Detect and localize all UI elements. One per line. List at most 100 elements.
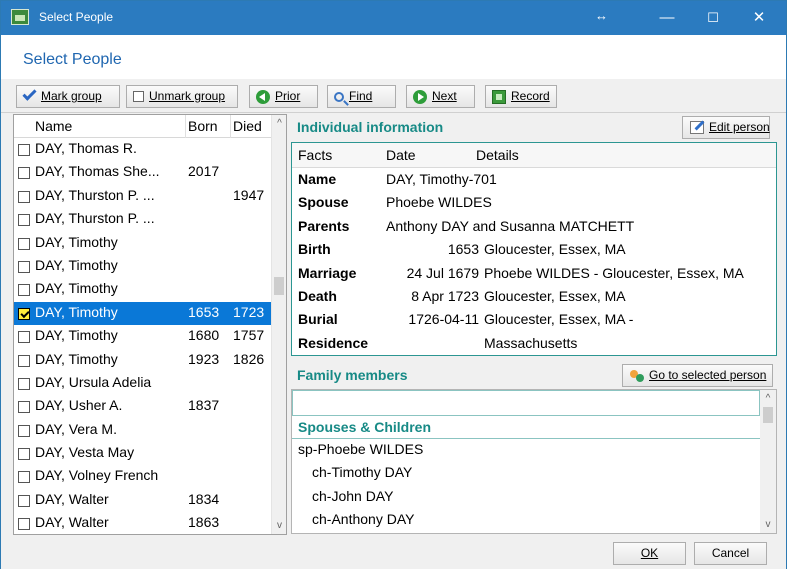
- row-checkbox[interactable]: [18, 260, 30, 273]
- fact-row[interactable]: Burial 1726-04-11 Gloucester, Essex, MA -: [292, 309, 776, 332]
- go-to-selected-person-button[interactable]: Go to selected person: [622, 364, 773, 387]
- fact-details: Gloucester, Essex, MA: [484, 288, 626, 304]
- scroll-up-button[interactable]: ^: [760, 390, 776, 407]
- person-name: DAY, Timothy: [35, 256, 118, 273]
- heading-area: Select People: [1, 35, 786, 79]
- minimize-button[interactable]: —: [644, 1, 690, 35]
- person-died: 1826: [233, 350, 265, 367]
- list-item[interactable]: DAY, Timothy: [14, 278, 272, 301]
- column-header-born[interactable]: Born: [188, 118, 218, 134]
- row-checkbox[interactable]: [18, 190, 30, 203]
- row-checkbox[interactable]: [18, 214, 30, 227]
- list-item[interactable]: DAY, Thomas She... 2017: [14, 161, 272, 184]
- record-button[interactable]: Record: [485, 85, 557, 108]
- list-item[interactable]: DAY, Thurston P. ... 1947: [14, 185, 272, 208]
- row-checkbox[interactable]: [18, 401, 30, 414]
- person-name: DAY, Timothy: [35, 303, 118, 320]
- list-item[interactable]: DAY, Usher A. 1837: [14, 395, 272, 418]
- unmark-group-button[interactable]: Unmark group: [126, 85, 238, 108]
- family-members-list[interactable]: Spouses & Children sp-Phoebe WILDES ch-Ti…: [291, 389, 777, 534]
- person-name: DAY, Timothy: [35, 350, 118, 367]
- list-scrollbar[interactable]: ^ v: [271, 115, 286, 534]
- row-checkbox[interactable]: [18, 518, 30, 531]
- arrow-right-icon: [413, 89, 427, 104]
- column-divider[interactable]: [185, 115, 186, 138]
- row-checkbox[interactable]: [18, 448, 30, 461]
- people-list[interactable]: Name Born Died DAY, Thomas R. DAY, Thomas…: [13, 114, 287, 535]
- row-checkbox[interactable]: [18, 331, 30, 344]
- find-button[interactable]: Find: [327, 85, 396, 108]
- fact-date: 8 Apr 1723: [411, 288, 479, 304]
- column-header-details: Details: [476, 147, 519, 163]
- ok-button[interactable]: OK: [613, 542, 686, 565]
- title-bar[interactable]: Select People ↔ — ☐ ✕: [1, 1, 786, 35]
- list-item[interactable]: DAY, Vera M.: [14, 419, 272, 442]
- next-button[interactable]: Next: [406, 85, 475, 108]
- list-item[interactable]: DAY, Timothy 1680 1757: [14, 325, 272, 348]
- list-item[interactable]: DAY, Volney French: [14, 465, 272, 488]
- row-checkbox[interactable]: [18, 167, 30, 180]
- list-item[interactable]: DAY, Timothy 1923 1826: [14, 349, 272, 372]
- list-item[interactable]: DAY, Timothy: [14, 232, 272, 255]
- row-checkbox[interactable]: [18, 424, 30, 437]
- fact-row[interactable]: Spouse Phoebe WILDES: [292, 192, 776, 215]
- select-people-window: Select People ↔ — ☐ ✕ Select People Mark…: [0, 0, 787, 569]
- column-header-died[interactable]: Died: [233, 118, 262, 134]
- list-body: DAY, Thomas R. DAY, Thomas She... 2017 DAY,…: [14, 138, 272, 534]
- list-item[interactable]: DAY, Vesta May: [14, 442, 272, 465]
- list-item[interactable]: DAY, Thurston P. ...: [14, 208, 272, 231]
- row-checkbox[interactable]: [18, 494, 30, 507]
- person-name: DAY, Volney French: [35, 467, 159, 484]
- fact-date: Phoebe WILDES: [386, 194, 492, 211]
- individual-info-table[interactable]: Facts Date Details Name DAY, Timothy-701 S…: [291, 142, 777, 356]
- row-checkbox[interactable]: [18, 284, 30, 297]
- prior-label: Prior: [275, 89, 301, 103]
- family-filter-field[interactable]: [292, 390, 760, 416]
- row-checkbox[interactable]: [18, 354, 30, 367]
- person-born: 1834: [188, 490, 220, 507]
- family-scrollbar[interactable]: ^ v: [760, 390, 776, 533]
- family-member[interactable]: ch-Anthony DAY: [312, 511, 414, 533]
- row-checkbox[interactable]: [18, 237, 30, 250]
- prior-button[interactable]: Prior: [249, 85, 318, 108]
- column-header-name[interactable]: Name: [35, 118, 72, 134]
- row-checkbox[interactable]: [18, 377, 30, 390]
- fact-row[interactable]: Death 8 Apr 1723 Gloucester, Essex, MA: [292, 286, 776, 309]
- fact-details: Phoebe WILDES - Gloucester, Essex, MA: [484, 264, 744, 281]
- row-checkbox[interactable]: [18, 471, 30, 484]
- column-divider[interactable]: [230, 115, 231, 138]
- list-item[interactable]: DAY, Thomas R.: [14, 138, 272, 161]
- list-item[interactable]: DAY, Ursula Adelia: [14, 372, 272, 395]
- fact-row[interactable]: Parents Anthony DAY and Susanna MATCHETT: [292, 216, 776, 239]
- list-item[interactable]: DAY, Walter 1863: [14, 512, 272, 534]
- scroll-down-button[interactable]: v: [272, 517, 286, 534]
- edit-person-button[interactable]: Edit person: [682, 116, 770, 139]
- maximize-button[interactable]: ☐: [690, 1, 736, 35]
- scroll-thumb[interactable]: [274, 277, 284, 295]
- resize-icon[interactable]: ↔: [595, 8, 608, 23]
- close-button[interactable]: ✕: [736, 1, 782, 35]
- scroll-down-button[interactable]: v: [760, 516, 776, 533]
- fact-row[interactable]: Birth 1653 Gloucester, Essex, MA: [292, 239, 776, 262]
- list-item[interactable]: DAY, Timothy: [14, 255, 272, 278]
- list-item[interactable]: DAY, Timothy 1653 1723: [14, 301, 272, 326]
- fact-label: Burial: [298, 311, 338, 328]
- fact-label: Marriage: [298, 264, 357, 281]
- row-checkbox[interactable]: [18, 307, 30, 320]
- list-header: Name Born Died: [14, 115, 272, 138]
- family-member[interactable]: ch-John DAY: [312, 488, 393, 511]
- scroll-up-button[interactable]: ^: [272, 115, 286, 132]
- person-died: 1757: [233, 327, 265, 344]
- fact-row[interactable]: Residence Massachusetts: [292, 333, 776, 356]
- fact-row[interactable]: Marriage 24 Jul 1679 Phoebe WILDES - Glouc…: [292, 263, 776, 286]
- family-member[interactable]: ch-Timothy DAY: [312, 464, 412, 487]
- cancel-button[interactable]: Cancel: [694, 542, 767, 565]
- scroll-thumb[interactable]: [763, 407, 773, 423]
- checkbox-icon: [133, 91, 144, 103]
- column-header-date: Date: [386, 147, 416, 163]
- fact-row[interactable]: Name DAY, Timothy-701: [292, 169, 776, 192]
- row-checkbox[interactable]: [18, 144, 30, 156]
- mark-group-button[interactable]: Mark group: [16, 85, 120, 108]
- list-item[interactable]: DAY, Walter 1834: [14, 489, 272, 512]
- family-member[interactable]: sp-Phoebe WILDES: [298, 441, 423, 464]
